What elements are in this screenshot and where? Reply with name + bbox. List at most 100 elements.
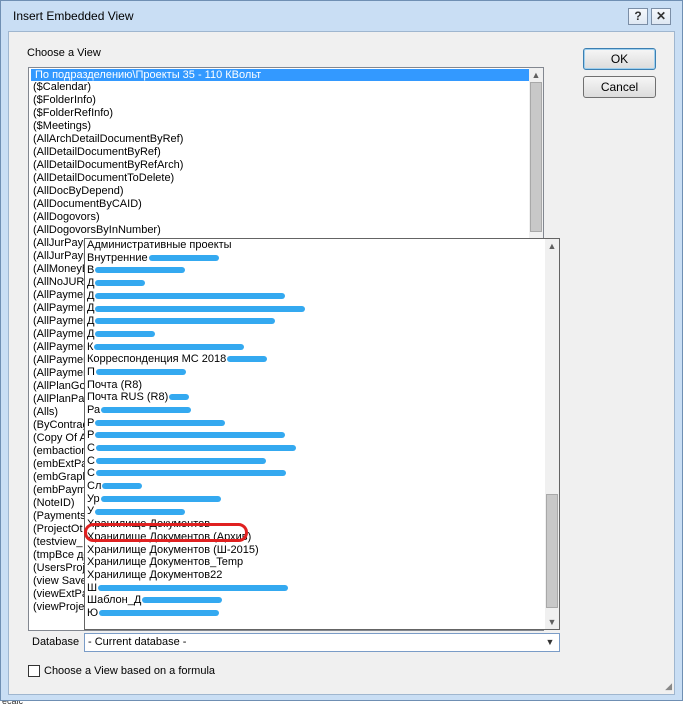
redaction-scribble [94, 343, 245, 350]
list-item[interactable]: ($FolderInfo) [29, 94, 543, 107]
database-item-label: Д [87, 315, 95, 328]
database-item-label: Ур [87, 492, 100, 505]
list-item[interactable]: (AllDocumentByCAID) [29, 198, 543, 211]
list-item[interactable]: ($Meetings) [29, 120, 543, 133]
database-item-label: Д [87, 277, 95, 290]
database-item[interactable]: Ю [85, 607, 559, 620]
chevron-up-icon[interactable]: ▲ [529, 68, 543, 82]
redaction-scribble [95, 330, 156, 337]
list-item[interactable]: ($FolderRefInfo) [29, 107, 543, 120]
database-item[interactable]: Хранилище Документов (Ш-2015) [85, 544, 559, 557]
database-item[interactable]: К [85, 341, 559, 354]
database-item[interactable]: Корреспонденция МС 2018 [85, 353, 559, 366]
database-item-label: Внутренние [87, 251, 148, 264]
database-item-label: П [87, 365, 95, 378]
database-item[interactable]: С [85, 455, 559, 468]
redaction-scribble [95, 508, 185, 515]
highlight-ring [84, 523, 248, 542]
database-item[interactable]: Ш [85, 582, 559, 595]
database-item-label: Почта (R8) [87, 378, 142, 391]
redaction-scribble [95, 419, 226, 426]
help-button[interactable]: ? [628, 8, 648, 25]
list-item[interactable]: (AllDogovorsByInNumber) [29, 224, 543, 237]
database-item[interactable]: У [85, 505, 559, 518]
choose-view-label: Choose a View [27, 47, 101, 59]
database-item[interactable]: Ур [85, 493, 559, 506]
database-select[interactable]: - Current database - ▼ [84, 633, 560, 652]
database-item-label: Административные проекты [87, 239, 232, 251]
redaction-scribble [95, 457, 266, 464]
database-item[interactable]: Д [85, 302, 559, 315]
chevron-down-icon[interactable]: ▼ [545, 615, 559, 629]
formula-checkbox-label: Choose a View based on a formula [44, 665, 216, 677]
database-item[interactable]: Д [85, 290, 559, 303]
database-scroll-thumb[interactable] [546, 494, 558, 608]
redaction-scribble [95, 305, 306, 312]
database-label: Database [32, 636, 80, 648]
database-item-label: Хранилище Документов22 [87, 568, 223, 581]
background-page: ecalc [0, 696, 684, 707]
cancel-button[interactable]: Cancel [583, 76, 656, 98]
database-item[interactable]: С [85, 467, 559, 480]
database-item[interactable]: Почта RUS (R8) [85, 391, 559, 404]
database-item[interactable]: Д [85, 277, 559, 290]
database-item[interactable]: Р [85, 417, 559, 430]
database-item[interactable]: Р [85, 429, 559, 442]
redaction-scribble [95, 267, 186, 274]
database-item[interactable]: П [85, 366, 559, 379]
list-item[interactable]: (AllDetailDocumentByRef) [29, 146, 543, 159]
list-item-selected[interactable]: По подразделению\Проекты 35 - 110 КВольт [31, 69, 533, 81]
chevron-up-icon[interactable]: ▲ [545, 239, 559, 253]
close-button[interactable]: ✕ [651, 8, 671, 25]
database-item[interactable]: Хранилище Документов22 [85, 569, 559, 582]
database-item[interactable]: Хранилище Документов_Temp [85, 556, 559, 569]
list-item[interactable]: (AllDogovors) [29, 211, 543, 224]
formula-checkbox[interactable] [28, 665, 40, 677]
database-item[interactable]: С [85, 442, 559, 455]
database-item-label: Д [87, 302, 95, 315]
redaction-scribble [95, 432, 286, 439]
database-item-label: К [87, 340, 94, 353]
database-item-label: Ра [87, 403, 101, 416]
list-item[interactable]: ($Calendar) [29, 81, 543, 94]
database-item[interactable]: Ра [85, 404, 559, 417]
redaction-scribble [148, 254, 219, 261]
close-icon: ✕ [655, 9, 667, 23]
redaction-scribble [169, 394, 190, 401]
list-item[interactable]: (AllArchDetailDocumentByRef) [29, 133, 543, 146]
database-dropdown-list[interactable]: Административные проекты Внутренние В Д Д Д Д Д… [84, 238, 560, 630]
database-item[interactable]: Д [85, 315, 559, 328]
redaction-scribble [102, 483, 143, 490]
database-item-label: Хранилище Документов (Ш-2015) [87, 543, 259, 556]
database-item-label: Корреспонденция МС 2018 [87, 353, 227, 366]
database-item[interactable]: Д [85, 328, 559, 341]
database-item-label: Р [87, 429, 95, 442]
list-item[interactable]: (AllDocByDepend) [29, 185, 543, 198]
database-item-label: Д [87, 289, 95, 302]
database-scrollbar[interactable]: ▲ ▼ [545, 239, 559, 629]
dialog-body: Choose a View OK Cancel По подразделению… [8, 31, 675, 695]
database-item[interactable]: Шаблон_Д [85, 594, 559, 607]
database-item-label: У [87, 505, 94, 518]
redaction-scribble [95, 318, 276, 325]
database-select-value: - Current database - [88, 636, 187, 648]
database-item[interactable]: Сл [85, 480, 559, 493]
database-item-label: Д [87, 327, 95, 340]
database-item[interactable]: В [85, 264, 559, 277]
views-scrollbar[interactable]: ▲ [529, 68, 543, 248]
resize-grip-icon[interactable]: ◢ [665, 681, 672, 692]
list-item[interactable]: (AllDetailDocumentByRefArch) [29, 159, 543, 172]
chevron-down-icon[interactable]: ▼ [543, 634, 557, 651]
database-item-label: Сл [87, 480, 102, 493]
ok-button[interactable]: OK [583, 48, 656, 70]
help-icon: ? [634, 9, 642, 23]
views-scroll-thumb[interactable] [530, 82, 542, 232]
title-bar[interactable]: Insert Embedded View ? ✕ [1, 1, 682, 31]
redaction-scribble [227, 356, 268, 363]
database-item[interactable]: Внутренние [85, 252, 559, 265]
database-item[interactable]: Административные проекты [85, 239, 559, 252]
database-item[interactable]: Почта (R8) [85, 379, 559, 392]
list-item[interactable]: (AllDetailDocumentToDelete) [29, 172, 543, 185]
database-item-label: С [87, 454, 95, 467]
redaction-scribble [98, 584, 289, 591]
